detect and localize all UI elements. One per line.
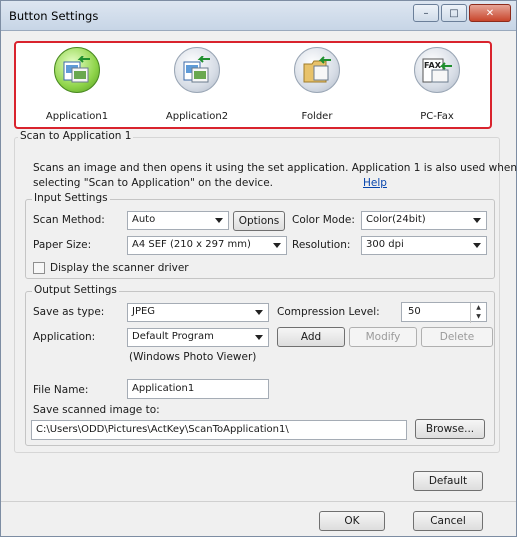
app-label: PC-Fax <box>420 111 454 122</box>
scan-method-value: Auto <box>132 214 156 225</box>
footer-separator <box>1 501 516 502</box>
compression-level-label: Compression Level: <box>277 306 380 318</box>
close-icon: ✕ <box>485 7 495 19</box>
output-settings-title: Output Settings <box>32 284 119 296</box>
close-button[interactable]: ✕ <box>469 4 511 22</box>
spin-down-icon[interactable]: ▼ <box>471 312 486 321</box>
save-path-value: C:\Users\ODD\Pictures\ActKey\ScanToAppli… <box>36 424 289 435</box>
scan-method-label: Scan Method: <box>33 214 105 226</box>
description-line-1: Scans an image and then opens it using t… <box>33 162 517 174</box>
modify-button[interactable]: Modify <box>349 327 417 347</box>
app-application2[interactable]: Application2 <box>142 43 252 127</box>
resolution-label: Resolution: <box>292 239 351 251</box>
color-mode-value: Color(24bit) <box>366 214 426 225</box>
add-button[interactable]: Add <box>277 327 345 347</box>
file-name-label: File Name: <box>33 384 89 396</box>
fax-icon-text: FAX <box>424 61 442 70</box>
scan-to-folder-icon <box>294 47 340 93</box>
app-label: Folder <box>301 111 333 122</box>
window-title: Button Settings <box>9 9 99 23</box>
spin-up-icon[interactable]: ▲ <box>471 303 486 312</box>
app-pc-fax[interactable]: FAX PC-Fax <box>382 43 492 127</box>
application-value: Default Program <box>132 331 214 342</box>
maximize-icon: □ <box>449 7 459 19</box>
paper-size-value: A4 SEF (210 x 297 mm) <box>132 239 251 250</box>
button-settings-window: Button Settings – □ ✕ Application1 Appli… <box>0 0 517 537</box>
minimize-icon: – <box>423 7 429 19</box>
application-label: Application: <box>33 331 96 343</box>
app-label: Application1 <box>45 111 109 122</box>
chevron-down-icon <box>473 218 481 223</box>
compression-spinner[interactable]: ▲ ▼ <box>470 303 486 323</box>
resolution-select[interactable]: 300 dpi <box>361 236 487 255</box>
destination-selector: Application1 Application2 Folder FAX PC-… <box>14 41 492 129</box>
save-path-input[interactable]: C:\Users\ODD\Pictures\ActKey\ScanToAppli… <box>31 420 407 440</box>
scan-to-application-icon <box>54 47 100 93</box>
app-application1[interactable]: Application1 <box>22 43 132 127</box>
title-bar[interactable]: Button Settings – □ ✕ <box>1 1 516 31</box>
maximize-button[interactable]: □ <box>441 4 467 22</box>
save-as-type-value: JPEG <box>132 306 156 317</box>
options-button[interactable]: Options <box>233 211 285 231</box>
minimize-button[interactable]: – <box>413 4 439 22</box>
display-driver-checkbox[interactable] <box>33 262 45 274</box>
application-select[interactable]: Default Program <box>127 328 269 347</box>
color-mode-select[interactable]: Color(24bit) <box>361 211 487 230</box>
delete-button[interactable]: Delete <box>421 327 493 347</box>
paper-size-label: Paper Size: <box>33 239 92 251</box>
caption-buttons: – □ ✕ <box>411 4 511 24</box>
resolution-value: 300 dpi <box>366 239 404 250</box>
chevron-down-icon <box>273 243 281 248</box>
input-settings-title: Input Settings <box>32 192 110 204</box>
compression-level-input[interactable]: 50 ▲ ▼ <box>401 302 487 323</box>
cancel-button[interactable]: Cancel <box>413 511 483 531</box>
scan-section-title: Scan to Application 1 <box>18 130 134 142</box>
save-path-label: Save scanned image to: <box>33 404 160 416</box>
ok-button[interactable]: OK <box>319 511 385 531</box>
application-note: (Windows Photo Viewer) <box>129 351 257 363</box>
scan-method-select[interactable]: Auto <box>127 211 229 230</box>
save-as-type-select[interactable]: JPEG <box>127 303 269 322</box>
chevron-down-icon <box>473 243 481 248</box>
chevron-down-icon <box>255 310 263 315</box>
scan-to-application-icon <box>174 47 220 93</box>
app-label: Application2 <box>165 111 229 122</box>
app-folder[interactable]: Folder <box>262 43 372 127</box>
compression-level-value: 50 <box>408 306 421 317</box>
file-name-value: Application1 <box>132 383 195 394</box>
paper-size-select[interactable]: A4 SEF (210 x 297 mm) <box>127 236 287 255</box>
color-mode-label: Color Mode: <box>292 214 355 226</box>
browse-button[interactable]: Browse... <box>415 419 485 439</box>
description-line-2: selecting "Scan to Application" on the d… <box>33 177 273 189</box>
display-driver-label: Display the scanner driver <box>50 262 189 274</box>
help-link[interactable]: Help <box>363 177 387 189</box>
default-button[interactable]: Default <box>413 471 483 491</box>
chevron-down-icon <box>215 218 223 223</box>
file-name-input[interactable]: Application1 <box>127 379 269 399</box>
chevron-down-icon <box>255 335 263 340</box>
scan-to-fax-icon: FAX <box>414 47 460 93</box>
save-as-type-label: Save as type: <box>33 306 105 318</box>
